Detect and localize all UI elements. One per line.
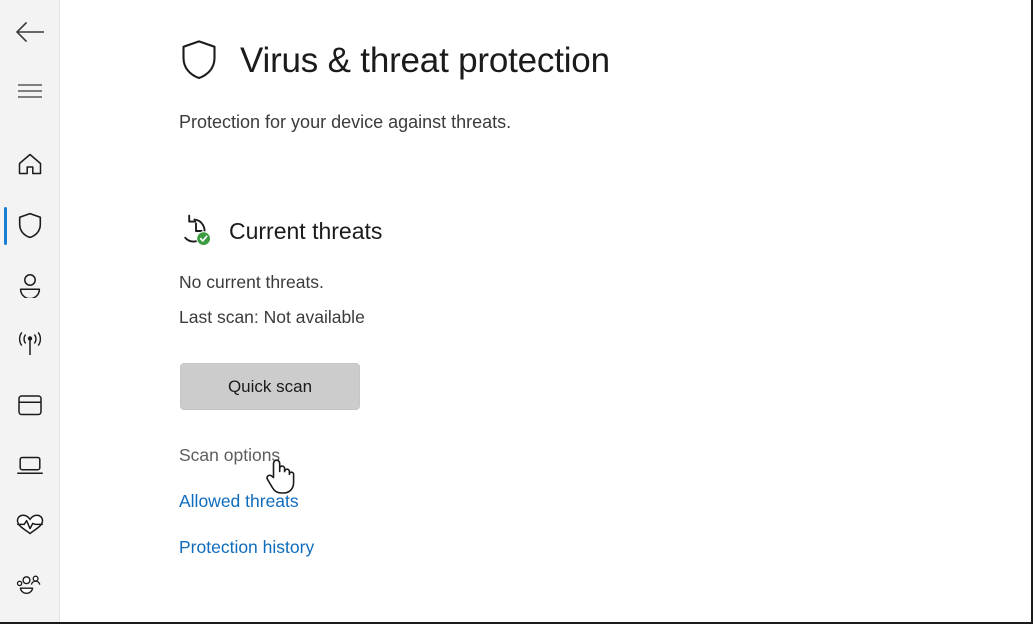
sidebar-item-home[interactable] — [0, 142, 60, 186]
laptop-icon — [17, 456, 43, 475]
threat-status-text: No current threats. — [179, 272, 324, 292]
page-header: Virus & threat protection — [179, 38, 610, 82]
sidebar-item-device-security[interactable] — [0, 443, 60, 487]
history-clock-icon — [179, 214, 213, 248]
current-threats-header: Current threats — [179, 214, 382, 248]
quick-scan-button[interactable]: Quick scan — [180, 363, 360, 410]
sidebar-item-account-protection[interactable] — [0, 263, 60, 307]
person-icon — [19, 274, 41, 298]
family-group-icon — [16, 575, 41, 594]
shield-icon — [179, 38, 219, 82]
last-scan-text: Last scan: Not available — [179, 307, 365, 327]
navigation-sidebar — [0, 0, 60, 622]
main-content: Virus & threat protection Protection for… — [60, 0, 1031, 622]
sidebar-item-virus-threat-protection[interactable] — [0, 203, 60, 247]
back-button[interactable] — [0, 10, 60, 54]
heart-pulse-icon — [16, 514, 44, 535]
wifi-signal-icon — [18, 332, 42, 355]
page-title: Virus & threat protection — [240, 40, 610, 80]
page-subtitle: Protection for your device against threa… — [179, 112, 512, 132]
sidebar-item-device-performance-health[interactable] — [0, 503, 60, 547]
sidebar-item-family-options[interactable] — [0, 563, 60, 607]
windows-security-window: Virus & threat protection Protection for… — [0, 0, 1033, 624]
app-window-icon — [18, 395, 42, 416]
allowed-threats-link[interactable]: Allowed threats — [179, 491, 299, 512]
shield-icon — [18, 212, 42, 238]
sidebar-item-firewall-network-protection[interactable] — [0, 323, 60, 367]
home-icon — [18, 153, 42, 175]
sidebar-item-app-browser-control[interactable] — [0, 383, 60, 427]
hamburger-button[interactable] — [0, 69, 60, 113]
hamburger-menu-icon — [18, 84, 42, 98]
protection-history-link[interactable]: Protection history — [179, 537, 314, 558]
current-threats-title: Current threats — [229, 217, 383, 244]
scan-options-link[interactable]: Scan options — [179, 445, 280, 466]
